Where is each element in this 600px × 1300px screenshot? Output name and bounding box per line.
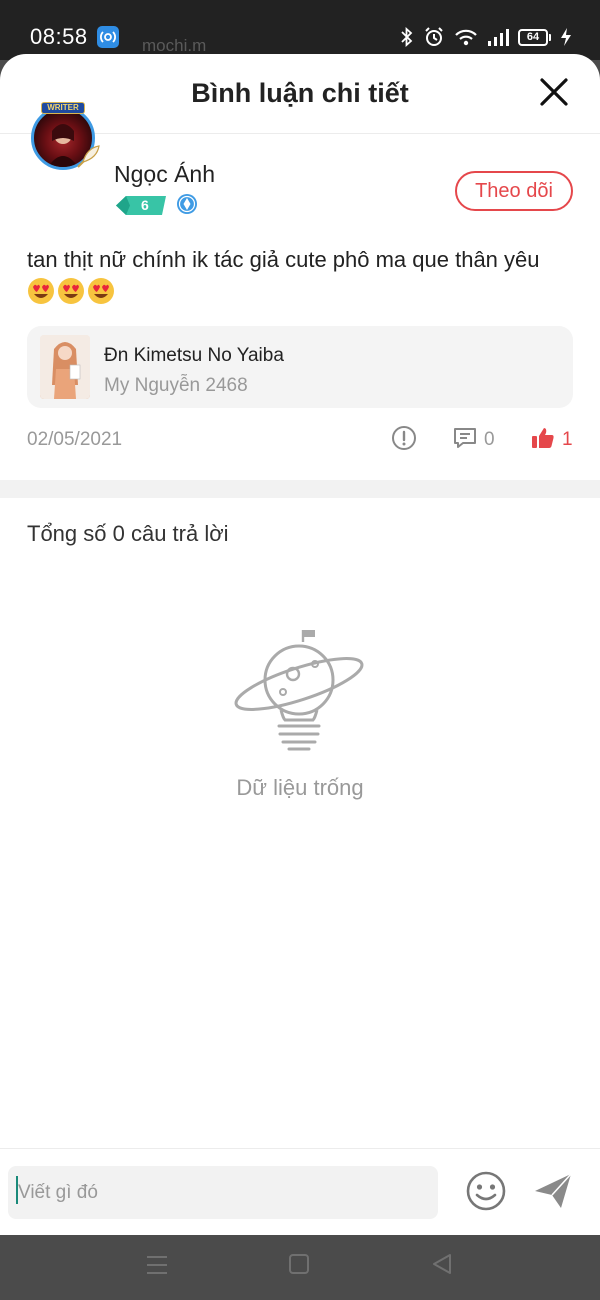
- reply-icon[interactable]: [452, 425, 478, 451]
- empty-lightbulb-planet-icon: [234, 630, 364, 751]
- comment-text: tan thịt nữ chính ik tác giả cute phô ma…: [27, 247, 540, 272]
- level-value: 6: [141, 197, 149, 213]
- quill-icon: [77, 145, 100, 168]
- status-time: 08:58: [30, 24, 88, 49]
- comment-emojis: [27, 277, 115, 305]
- reply-count: 0: [484, 429, 495, 450]
- menu-icon[interactable]: [145, 1254, 169, 1276]
- story-cover-image: [40, 335, 90, 399]
- battery-level: 64: [526, 31, 540, 43]
- system-navigation-bar: [0, 1240, 600, 1300]
- story-author: My Nguyễn 2468: [104, 375, 248, 396]
- like-count: 1: [562, 429, 573, 450]
- app-notification-icon: [97, 26, 119, 48]
- empty-state-label: Dữ liệu trống: [236, 775, 364, 800]
- charging-icon: [561, 28, 571, 46]
- signal-icon: [488, 29, 509, 46]
- reply-input[interactable]: [8, 1166, 438, 1219]
- alarm-icon: [425, 27, 443, 46]
- heart-eyes-emoji-icon: [28, 278, 54, 304]
- like-icon[interactable]: [530, 425, 556, 451]
- story-title: Đn Kimetsu No Yaiba: [104, 345, 284, 366]
- send-icon[interactable]: [533, 1171, 573, 1211]
- back-icon[interactable]: [430, 1252, 454, 1276]
- home-icon[interactable]: [288, 1253, 310, 1275]
- avatar[interactable]: WRITER: [27, 102, 100, 174]
- battery-icon: 64: [518, 28, 551, 46]
- heart-eyes-emoji-icon: [58, 278, 84, 304]
- avatar-writer-badge: WRITER: [41, 102, 85, 114]
- follow-button[interactable]: Theo dõi: [455, 171, 573, 211]
- heart-eyes-emoji-icon: [88, 278, 114, 304]
- wifi-icon: [455, 29, 477, 46]
- status-bar: 08:58 mochi.m 64: [0, 0, 600, 60]
- status-icons: 64: [400, 24, 572, 50]
- close-button[interactable]: [538, 76, 570, 108]
- comment-date: 02/05/2021: [27, 429, 123, 450]
- report-icon[interactable]: [391, 425, 417, 451]
- username[interactable]: Ngọc Ánh: [114, 161, 215, 188]
- emoji-icon[interactable]: [465, 1170, 507, 1212]
- input-caret: [16, 1176, 18, 1204]
- verified-icon: [177, 194, 197, 214]
- status-ghost-text: mochi.m: [142, 36, 207, 55]
- bluetooth-icon: [401, 27, 413, 47]
- close-icon: [540, 78, 568, 106]
- section-divider: [0, 480, 600, 498]
- reply-total-label: Tổng số 0 câu trả lời: [27, 521, 229, 546]
- reply-input-bar: [0, 1148, 600, 1235]
- story-card[interactable]: Đn Kimetsu No Yaiba My Nguyễn 2468: [27, 326, 573, 408]
